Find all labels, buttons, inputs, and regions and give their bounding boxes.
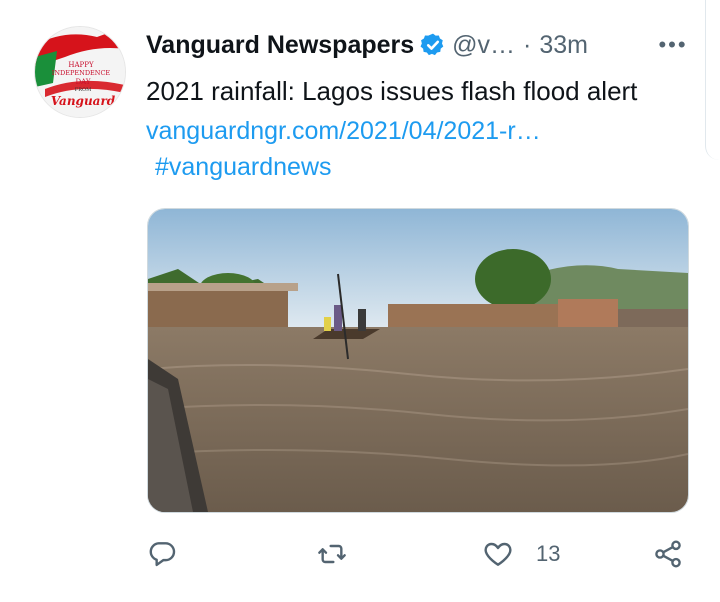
avatar-text-day: DAY	[75, 78, 90, 86]
verified-badge-icon	[420, 33, 444, 56]
display-name[interactable]: Vanguard Newspapers	[146, 31, 414, 60]
tweet-actions-bar: 13	[146, 534, 691, 574]
like-button[interactable]: 13	[482, 534, 560, 574]
tweet-header: Vanguard Newspapers @v… · 33m •••	[146, 26, 691, 64]
handle[interactable]: @v…	[452, 31, 515, 60]
tweet-card[interactable]: HAPPY INDEPENDENCE DAY FROM Vanguard Van…	[0, 0, 720, 602]
reply-button[interactable]	[146, 534, 200, 574]
tweet-link[interactable]: vanguardngr.com/2021/04/2021-r…	[146, 112, 541, 150]
retweet-button[interactable]	[316, 534, 370, 574]
avatar-text-independence: INDEPENDENCE	[52, 69, 111, 77]
avatar-text-brand: Vanguard	[51, 94, 116, 108]
avatar[interactable]: HAPPY INDEPENDENCE DAY FROM Vanguard	[34, 26, 126, 118]
heart-icon	[484, 542, 512, 566]
avatar-text-happy: HAPPY	[68, 61, 94, 69]
tweet-media-image[interactable]	[147, 208, 689, 513]
reply-icon	[149, 542, 176, 567]
avatar-image: HAPPY INDEPENDENCE DAY FROM Vanguard	[35, 27, 125, 117]
flood-photo	[148, 209, 688, 512]
avatar-text-from: FROM	[75, 87, 91, 93]
hashtag-link[interactable]: #vanguardnews	[155, 148, 332, 186]
more-options-icon[interactable]: •••	[655, 26, 691, 64]
tweet-text: 2021 rainfall: Lagos issues flash flood …	[146, 76, 638, 106]
share-icon	[655, 540, 681, 568]
timestamp[interactable]: 33m	[539, 31, 588, 60]
like-count: 13	[536, 541, 561, 566]
share-button[interactable]	[652, 534, 684, 574]
adjacent-panel-edge	[705, 0, 720, 160]
retweet-icon	[318, 544, 346, 564]
separator-dot: ·	[523, 30, 532, 59]
